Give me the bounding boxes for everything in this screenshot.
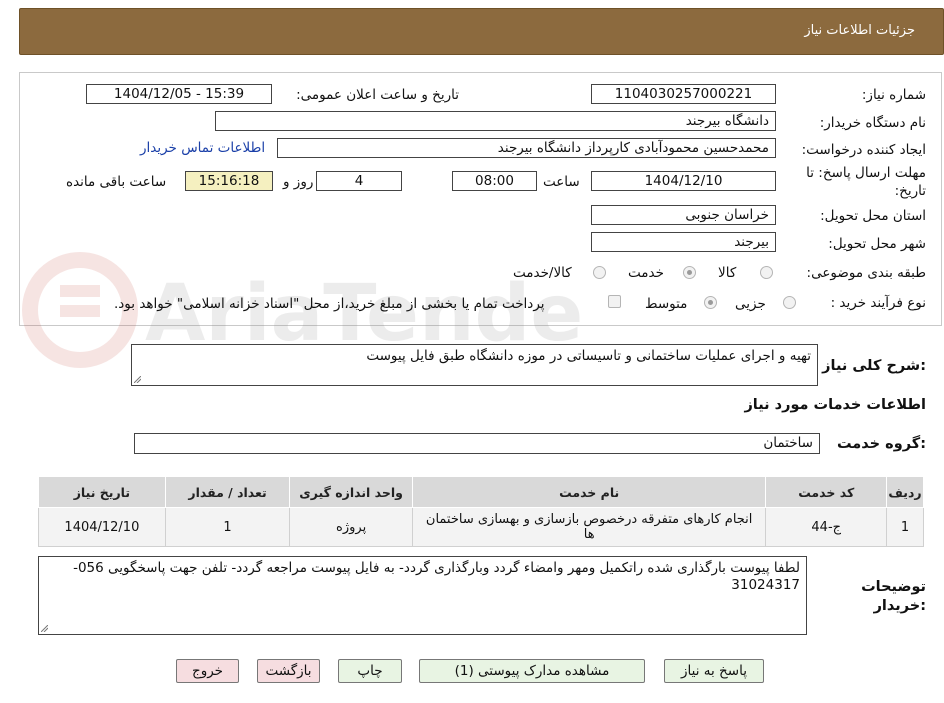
remaining-time-field: 15:16:18 — [185, 171, 273, 191]
category-option-goods: کالا — [718, 265, 737, 281]
row-qty: 1 — [164, 507, 291, 547]
need-number-field: 1104030257000221 — [591, 84, 776, 104]
buyer-notes-text: لطفا پیوست بارگذاری شده راتکمیل ومهر وام… — [73, 560, 800, 593]
remaining-label: ساعت باقی مانده — [66, 174, 167, 190]
province-field: خراسان جنوبی — [591, 205, 776, 225]
buyer-notes-label: توضیحات خریدار: — [861, 579, 926, 614]
row-date: 1404/12/10 — [38, 507, 166, 547]
resize-grip-icon[interactable] — [134, 376, 141, 383]
process-radio-minor[interactable] — [783, 296, 796, 309]
description-field[interactable]: تهیه و اجرای عملیات ساختمانی و تاسیساتی … — [131, 344, 818, 386]
service-group-field: ساختمان — [134, 433, 820, 454]
deadline-label: مهلت ارسال پاسخ: تا تاریخ: — [806, 165, 926, 199]
announce-label: تاریخ و ساعت اعلان عمومی: — [296, 87, 459, 103]
col-qty: تعداد / مقدار — [164, 476, 291, 508]
province-label: استان محل تحویل: — [820, 208, 926, 224]
print-button[interactable]: چاپ — [338, 659, 402, 683]
col-unit: واحد اندازه گیری — [289, 476, 413, 508]
category-option-goods-service: کالا/خدمت — [513, 265, 572, 281]
deadline-time-field: 08:00 — [452, 171, 537, 191]
exit-button[interactable]: خروج — [176, 659, 239, 683]
view-attachments-button[interactable]: مشاهده مدارک پیوستی (1) — [419, 659, 645, 683]
treasury-payment-note: پرداخت تمام یا بخشی از مبلغ خرید،از محل … — [114, 296, 545, 312]
table-header-row: ردیف کد خدمت نام خدمت واحد اندازه گیری ت… — [38, 476, 924, 508]
buyer-contact-link[interactable]: اطلاعات تماس خریدار — [140, 140, 265, 156]
col-index: ردیف — [886, 476, 924, 508]
city-label: شهر محل تحویل: — [828, 236, 926, 252]
process-radio-medium[interactable] — [704, 296, 717, 309]
description-text: تهیه و اجرای عملیات ساختمانی و تاسیساتی … — [366, 348, 811, 364]
days-label: روز و — [283, 174, 314, 190]
resize-grip-icon[interactable] — [41, 625, 48, 632]
category-option-service: خدمت — [628, 265, 664, 281]
row-name: انجام کارهای متفرقه درخصوص بازسازی و بهس… — [411, 507, 767, 547]
deadline-time-label: ساعت — [543, 174, 580, 190]
buyer-org-field: دانشگاه بیرجند — [215, 111, 776, 131]
services-table: ردیف کد خدمت نام خدمت واحد اندازه گیری ت… — [38, 476, 924, 547]
city-field: بیرجند — [591, 232, 776, 252]
col-date: تاریخ نیاز — [38, 476, 166, 508]
days-field: 4 — [316, 171, 402, 191]
col-name: نام خدمت — [411, 476, 767, 508]
reply-button[interactable]: پاسخ به نیاز — [664, 659, 764, 683]
process-option-medium: متوسط — [645, 296, 688, 312]
process-label: نوع فرآیند خرید : — [830, 295, 926, 311]
announce-datetime-field: 1404/12/05 - 15:39 — [86, 84, 272, 104]
category-radio-service[interactable] — [683, 266, 696, 279]
requester-field: محمدحسین محمودآبادی کارپرداز دانشگاه بیر… — [277, 138, 776, 158]
category-radio-goods-service[interactable] — [593, 266, 606, 279]
category-radio-goods[interactable] — [760, 266, 773, 279]
page-title: جزئیات اطلاعات نیاز — [804, 23, 915, 38]
services-section-title: اطلاعات خدمات مورد نیاز — [744, 397, 926, 413]
row-unit: پروژه — [289, 507, 413, 547]
need-number-label: شماره نیاز: — [861, 87, 926, 103]
page-header: جزئیات اطلاعات نیاز — [19, 8, 944, 55]
back-button[interactable]: بازگشت — [257, 659, 320, 683]
category-label: طبقه بندی موضوعی: — [806, 265, 926, 281]
description-label: شرح کلی نیاز: — [822, 358, 926, 374]
buyer-notes-field[interactable]: لطفا پیوست بارگذاری شده راتکمیل ومهر وام… — [38, 556, 807, 635]
row-code: ج-44 — [765, 507, 888, 547]
row-index: 1 — [886, 507, 924, 547]
process-option-minor: جزیی — [735, 296, 766, 312]
buyer-org-label: نام دستگاه خریدار: — [819, 115, 926, 131]
col-code: کد خدمت — [765, 476, 888, 508]
treasury-payment-checkbox[interactable] — [608, 295, 621, 308]
table-row: 1 ج-44 انجام کارهای متفرقه درخصوص بازساز… — [38, 507, 924, 547]
deadline-date-field: 1404/12/10 — [591, 171, 776, 191]
service-group-label: گروه خدمت: — [836, 436, 926, 452]
requester-label: ایجاد کننده درخواست: — [801, 142, 926, 158]
